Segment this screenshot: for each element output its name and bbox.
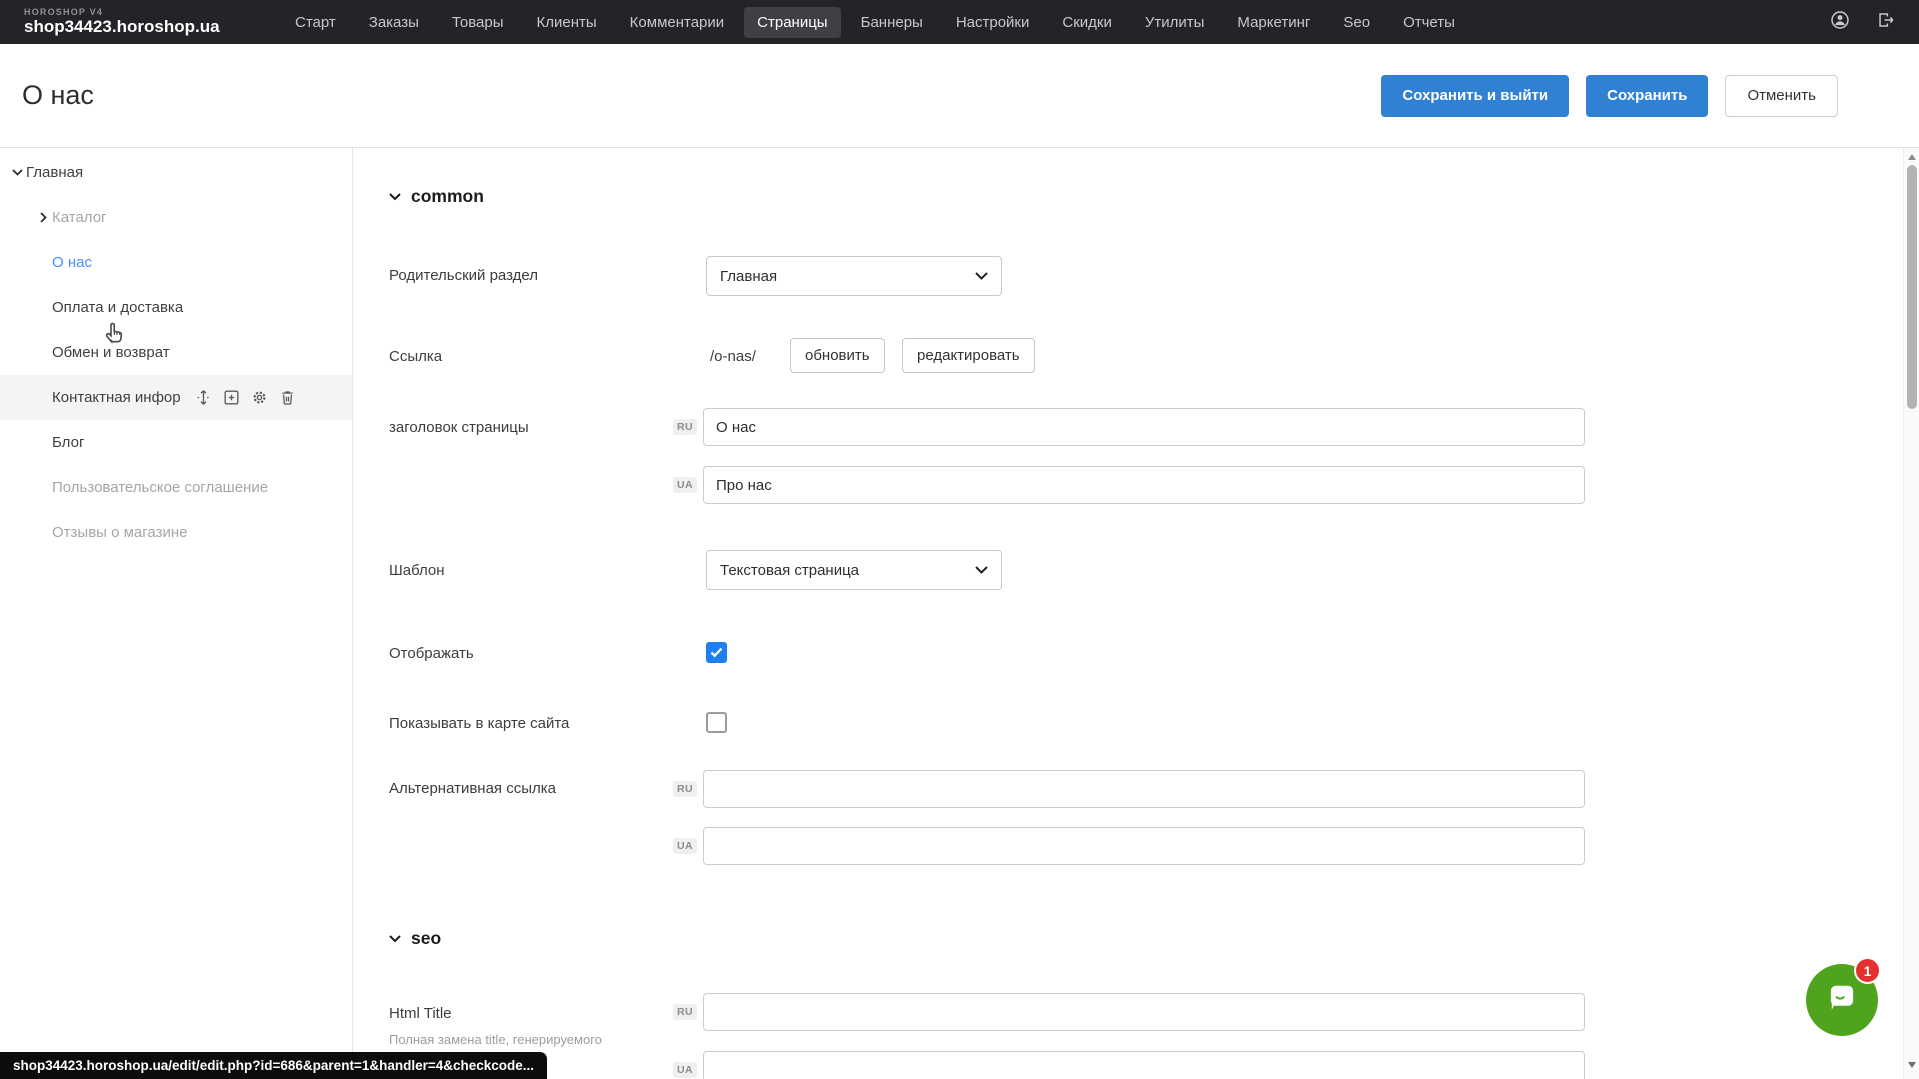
lang-ru-badge: RU <box>673 1004 697 1020</box>
chat-widget-button[interactable]: 1 <box>1806 964 1878 1036</box>
move-icon[interactable] <box>194 388 213 407</box>
tree-item-o-nas[interactable]: О нас <box>0 240 352 285</box>
display-checkbox[interactable] <box>706 642 727 663</box>
tree-item-katalog[interactable]: Каталог <box>0 195 352 240</box>
cursor-hand-icon <box>100 316 130 351</box>
lang-ua-badge: UA <box>673 838 697 854</box>
logout-icon[interactable] <box>1875 9 1897 36</box>
link-update-button[interactable]: обновить <box>790 338 885 373</box>
template-label: Шаблон <box>389 562 445 579</box>
chevron-down-icon <box>389 193 401 201</box>
cancel-button[interactable]: Отменить <box>1725 75 1838 117</box>
nav-settings[interactable]: Настройки <box>943 7 1043 38</box>
tree-item-label: Оплата и доставка <box>52 299 183 316</box>
save-and-exit-button[interactable]: Сохранить и выйти <box>1381 75 1569 117</box>
tree-item-label: Контактная инфор <box>52 389 181 406</box>
tree-item-blog[interactable]: Блог <box>0 420 352 465</box>
tree-item-label: Пользовательское соглашение <box>52 479 268 496</box>
tree-item-obmen[interactable]: Обмен и возврат <box>0 330 352 375</box>
html-title-hint: Полная замена title, генерируемого <box>389 1032 639 1047</box>
html-title-label: Html Title <box>389 1005 452 1022</box>
nav-orders[interactable]: Заказы <box>356 7 432 38</box>
display-label: Отображать <box>389 645 474 662</box>
chevron-down-icon <box>975 272 988 280</box>
chat-unread-badge: 1 <box>1854 957 1881 984</box>
section-seo-header[interactable]: seo <box>389 928 441 949</box>
lang-ua-badge: UA <box>673 1062 697 1078</box>
vertical-scrollbar[interactable] <box>1903 148 1919 1079</box>
tree-item-label: О нас <box>52 254 92 271</box>
add-icon[interactable] <box>222 388 241 407</box>
section-seo-title: seo <box>411 928 441 949</box>
sitemap-label: Показывать в карте сайта <box>389 715 569 732</box>
parent-section-label: Родительский раздел <box>389 267 538 284</box>
delete-trash-icon[interactable] <box>278 388 297 407</box>
parent-section-select[interactable]: Главная <box>706 256 1002 296</box>
nav-products[interactable]: Товары <box>439 7 517 38</box>
lang-ru-badge: RU <box>673 419 697 435</box>
template-value: Текстовая страница <box>720 562 859 579</box>
page-heading-ru-input[interactable] <box>703 408 1585 446</box>
nav-seo[interactable]: Seo <box>1330 7 1383 38</box>
html-title-ua-input[interactable] <box>703 1051 1585 1079</box>
lang-ru-badge: RU <box>673 781 697 797</box>
link-label: Ссылка <box>389 348 442 365</box>
nav-marketing[interactable]: Маркетинг <box>1224 7 1323 38</box>
nav-start[interactable]: Старт <box>282 7 349 38</box>
chevron-right-icon[interactable] <box>34 212 52 223</box>
page-title: О нас <box>22 80 94 111</box>
parent-section-value: Главная <box>720 268 777 285</box>
nav-reports[interactable]: Отчеты <box>1390 7 1468 38</box>
section-common-header[interactable]: common <box>389 186 484 207</box>
nav-pages[interactable]: Страницы <box>744 7 840 38</box>
sitemap-checkbox[interactable] <box>706 712 727 733</box>
chevron-down-icon <box>389 935 401 943</box>
chevron-down-icon[interactable] <box>8 169 26 176</box>
scrollbar-thumb[interactable] <box>1907 165 1917 409</box>
section-common-title: common <box>411 186 484 207</box>
link-status-bar: shop34423.horoshop.ua/edit/edit.php?id=6… <box>0 1052 547 1079</box>
tree-item-label: Отзывы о магазине <box>52 524 187 541</box>
link-edit-button[interactable]: редактировать <box>902 338 1035 373</box>
account-icon[interactable] <box>1829 9 1851 36</box>
nav-utilities[interactable]: Утилиты <box>1132 7 1218 38</box>
tree-item-label: Блог <box>52 434 84 451</box>
nav-comments[interactable]: Комментарии <box>617 7 737 38</box>
chevron-down-icon <box>975 566 988 574</box>
tree-item-label: Главная <box>26 164 83 181</box>
page-header: О нас Сохранить и выйти Сохранить Отмени… <box>0 44 1919 148</box>
lang-ua-badge: UA <box>673 477 697 493</box>
tree-item-glavnaya[interactable]: Главная <box>0 150 352 195</box>
pages-tree-sidebar: Главная Каталог О нас Оплата и доставка … <box>0 148 353 1079</box>
tree-item-soglashenie[interactable]: Пользовательское соглашение <box>0 465 352 510</box>
alt-link-ua-input[interactable] <box>703 827 1585 865</box>
main-nav: Старт Заказы Товары Клиенты Комментарии … <box>282 7 1468 38</box>
tree-item-label: Каталог <box>52 209 107 226</box>
nav-banners[interactable]: Баннеры <box>848 7 936 38</box>
nav-discounts[interactable]: Скидки <box>1049 7 1124 38</box>
page-edit-form: common Родительский раздел Главная Ссылк… <box>353 148 1903 1079</box>
tree-item-oplata[interactable]: Оплата и доставка <box>0 285 352 330</box>
chat-bubble-icon <box>1822 978 1862 1023</box>
save-button[interactable]: Сохранить <box>1586 75 1708 117</box>
nav-clients[interactable]: Клиенты <box>524 7 610 38</box>
tree-item-kontaktnaya[interactable]: Контактная инфор <box>0 375 352 420</box>
link-path: /o-nas/ <box>710 348 756 365</box>
template-select[interactable]: Текстовая страница <box>706 550 1002 590</box>
scroll-up-arrow-icon[interactable] <box>1908 154 1916 160</box>
page-heading-ua-input[interactable] <box>703 466 1585 504</box>
page-heading-label: заголовок страницы <box>389 419 529 436</box>
brand-domain: shop34423.horoshop.ua <box>24 18 268 37</box>
alt-link-ru-input[interactable] <box>703 770 1585 808</box>
alt-link-label: Альтернативная ссылка <box>389 780 556 797</box>
tree-item-otzyvy[interactable]: Отзывы о магазине <box>0 510 352 555</box>
scroll-down-arrow-icon[interactable] <box>1908 1062 1916 1068</box>
html-title-ru-input[interactable] <box>703 993 1585 1031</box>
brand[interactable]: HOROSHOP V4 shop34423.horoshop.ua <box>0 8 268 37</box>
topbar: HOROSHOP V4 shop34423.horoshop.ua Старт … <box>0 0 1919 44</box>
settings-gear-icon[interactable] <box>250 388 269 407</box>
